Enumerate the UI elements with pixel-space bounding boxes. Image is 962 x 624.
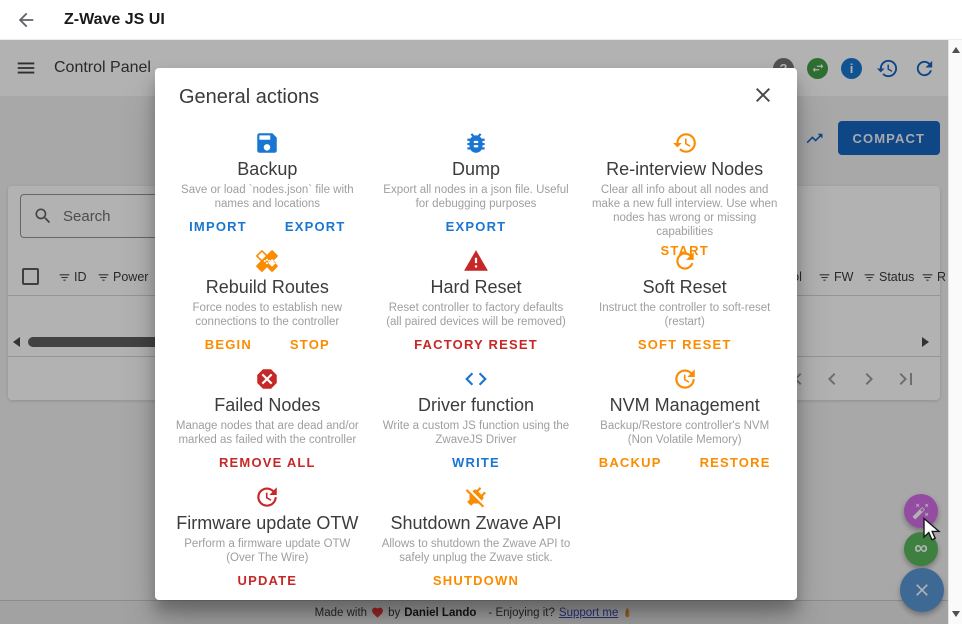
action-title: NVM Management xyxy=(610,395,760,416)
action-title: Firmware update OTW xyxy=(176,513,358,534)
action-card-rebuild-routes: Rebuild Routes Force nodes to establish … xyxy=(163,248,372,366)
app-title: Z-Wave JS UI xyxy=(64,11,165,29)
import-button[interactable]: IMPORT xyxy=(187,215,249,238)
action-description: Manage nodes that are dead and/or marked… xyxy=(171,419,364,447)
remove-all-button[interactable]: REMOVE ALL xyxy=(217,451,318,474)
stop-button[interactable]: STOP xyxy=(288,333,332,356)
zwave-js-ui-window: Z-Wave JS UI Control Panel ? i STATISTIC… xyxy=(0,0,962,624)
backup-button[interactable]: BACKUP xyxy=(597,451,664,474)
arrow-left-icon xyxy=(15,9,37,31)
export-button[interactable]: EXPORT xyxy=(444,215,509,238)
power-plug-off-icon xyxy=(463,484,489,510)
action-description: Force nodes to establish new connections… xyxy=(171,301,364,329)
action-title: Shutdown Zwave API xyxy=(390,513,561,534)
action-card-failed-nodes: Failed Nodes Manage nodes that are dead … xyxy=(163,366,372,484)
update-clock-icon xyxy=(672,366,698,392)
back-button[interactable] xyxy=(6,0,46,40)
action-card-soft-reset: Soft Reset Instruct the controller to so… xyxy=(580,248,789,366)
export-button[interactable]: EXPORT xyxy=(283,215,348,238)
action-card-backup: Backup Save or load `nodes.json` file wi… xyxy=(163,130,372,248)
factory-reset-button[interactable]: FACTORY RESET xyxy=(412,333,540,356)
action-card-dump: Dump Export all nodes in a json file. Us… xyxy=(372,130,581,248)
action-title: Re-interview Nodes xyxy=(606,159,763,180)
floppy-icon xyxy=(254,130,280,156)
refresh-icon xyxy=(672,248,698,274)
action-description: Instruct the controller to soft-reset (r… xyxy=(588,301,781,329)
scroll-down-arrow-icon[interactable] xyxy=(952,611,960,617)
action-description: Allows to shutdown the Zwave API to safe… xyxy=(380,537,573,565)
dialog-header: General actions xyxy=(155,68,797,116)
action-description: Backup/Restore controller's NVM (Non Vol… xyxy=(588,419,781,447)
action-description: Write a custom JS function using the Zwa… xyxy=(380,419,573,447)
soft-reset-button[interactable]: SOFT RESET xyxy=(636,333,734,356)
action-title: Hard Reset xyxy=(430,277,521,298)
action-title: Soft Reset xyxy=(643,277,727,298)
dialog-title: General actions xyxy=(179,86,773,109)
update-button[interactable]: UPDATE xyxy=(235,569,299,592)
bug-icon xyxy=(463,130,489,156)
close-octagon-icon xyxy=(254,366,280,392)
action-description: Save or load `nodes.json` file with name… xyxy=(171,183,364,211)
healing-icon xyxy=(254,248,280,274)
action-card-shutdown-api: Shutdown Zwave API Allows to shutdown th… xyxy=(372,484,581,602)
app-header: Z-Wave JS UI xyxy=(0,0,962,40)
update-clock-icon xyxy=(254,484,280,510)
action-title: Dump xyxy=(452,159,500,180)
history-icon xyxy=(672,130,698,156)
action-description: Perform a firmware update OTW (Over The … xyxy=(171,537,364,565)
action-title: Failed Nodes xyxy=(214,395,320,416)
action-description: Export all nodes in a json file. Useful … xyxy=(380,183,573,211)
action-card-nvm-management: NVM Management Backup/Restore controller… xyxy=(580,366,789,484)
close-icon xyxy=(751,83,775,107)
action-description: Reset controller to factory defaults (al… xyxy=(380,301,573,329)
begin-button[interactable]: BEGIN xyxy=(203,333,254,356)
action-description: Clear all info about all nodes and make … xyxy=(588,183,781,239)
action-title: Backup xyxy=(237,159,297,180)
action-card-firmware-otw: Firmware update OTW Perform a firmware u… xyxy=(163,484,372,602)
code-tags-icon xyxy=(463,366,489,392)
shutdown-button[interactable]: SHUTDOWN xyxy=(431,569,521,592)
action-title: Driver function xyxy=(418,395,534,416)
action-card-reinterview: Re-interview Nodes Clear all info about … xyxy=(580,130,789,248)
alert-triangle-icon xyxy=(463,248,489,274)
actions-grid: Backup Save or load `nodes.json` file wi… xyxy=(155,116,797,602)
restore-button[interactable]: RESTORE xyxy=(698,451,773,474)
scroll-up-arrow-icon[interactable] xyxy=(952,47,960,53)
action-card-driver-function: Driver function Write a custom JS functi… xyxy=(372,366,581,484)
dialog-close-button[interactable] xyxy=(749,82,777,110)
action-card-hard-reset: Hard Reset Reset controller to factory d… xyxy=(372,248,581,366)
write-button[interactable]: WRITE xyxy=(450,451,502,474)
general-actions-dialog: General actions Backup Save or load `nod… xyxy=(155,68,797,600)
action-title: Rebuild Routes xyxy=(206,277,329,298)
vertical-scrollbar[interactable] xyxy=(948,40,962,624)
